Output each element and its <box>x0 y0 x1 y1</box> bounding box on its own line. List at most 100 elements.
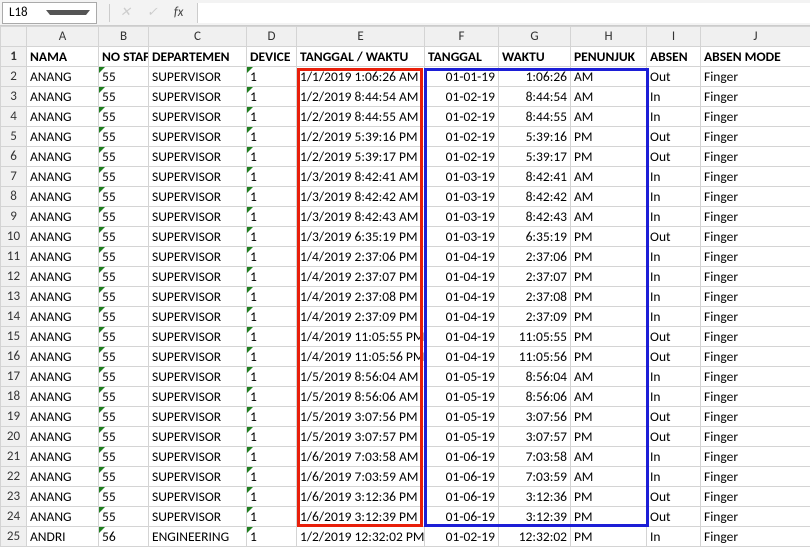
row-header[interactable]: 12 <box>1 267 27 287</box>
cell[interactable]: 8:42:42 <box>499 187 571 207</box>
cell[interactable]: Finger <box>701 367 810 387</box>
cell[interactable]: ANANG <box>27 127 99 147</box>
row-header[interactable]: 6 <box>1 147 27 167</box>
cell[interactable]: 55 <box>99 447 149 467</box>
col-header-I[interactable]: I <box>647 27 701 47</box>
cell[interactable]: 1 <box>247 307 297 327</box>
cell[interactable]: 1/2/2019 12:32:02 PM <box>297 527 425 547</box>
cell[interactable]: Finger <box>701 107 810 127</box>
cell[interactable]: AM <box>571 107 647 127</box>
cell[interactable]: Finger <box>701 487 810 507</box>
row-header[interactable]: 20 <box>1 427 27 447</box>
cell[interactable]: 1/6/2019 7:03:59 AM <box>297 467 425 487</box>
cell[interactable]: Out <box>647 347 701 367</box>
cell[interactable]: 1/4/2019 2:37:09 PM <box>297 307 425 327</box>
cell[interactable]: SUPERVISOR <box>149 87 247 107</box>
cell[interactable]: 55 <box>99 467 149 487</box>
col-header-J[interactable]: J <box>701 27 810 47</box>
cell[interactable]: In <box>647 367 701 387</box>
cell[interactable]: PM <box>571 487 647 507</box>
cell[interactable]: In <box>647 527 701 547</box>
cell[interactable]: 1 <box>247 387 297 407</box>
cell[interactable]: Finger <box>701 407 810 427</box>
cell[interactable]: In <box>647 107 701 127</box>
cell[interactable]: SUPERVISOR <box>149 347 247 367</box>
cell[interactable]: ANANG <box>27 207 99 227</box>
cell[interactable]: 1/3/2019 8:42:41 AM <box>297 167 425 187</box>
cell[interactable]: ANANG <box>27 147 99 167</box>
cell[interactable]: PM <box>571 287 647 307</box>
cell[interactable]: Finger <box>701 287 810 307</box>
cell[interactable]: 01-05-19 <box>425 387 499 407</box>
row-header[interactable]: 17 <box>1 367 27 387</box>
cell[interactable]: 55 <box>99 307 149 327</box>
cell[interactable]: 01-03-19 <box>425 207 499 227</box>
cell[interactable]: 01-02-19 <box>425 527 499 547</box>
header-cell[interactable]: NO STAF <box>99 47 149 67</box>
cell[interactable]: ANANG <box>27 307 99 327</box>
row-header[interactable]: 19 <box>1 407 27 427</box>
header-cell[interactable]: ABSEN <box>647 47 701 67</box>
cell[interactable]: SUPERVISOR <box>149 367 247 387</box>
cell[interactable]: Finger <box>701 207 810 227</box>
cell[interactable]: 1 <box>247 87 297 107</box>
cell[interactable]: SUPERVISOR <box>149 67 247 87</box>
cell[interactable]: Finger <box>701 147 810 167</box>
row-header[interactable]: 7 <box>1 167 27 187</box>
cell[interactable]: 55 <box>99 87 149 107</box>
cell[interactable]: 1:06:26 <box>499 67 571 87</box>
cell[interactable]: 1/3/2019 8:42:42 AM <box>297 187 425 207</box>
cell[interactable]: 1/4/2019 2:37:06 PM <box>297 247 425 267</box>
cell[interactable]: In <box>647 267 701 287</box>
cell[interactable]: 1/6/2019 7:03:58 AM <box>297 447 425 467</box>
cell[interactable]: 55 <box>99 147 149 167</box>
cell[interactable]: SUPERVISOR <box>149 207 247 227</box>
cell[interactable]: SUPERVISOR <box>149 407 247 427</box>
cell[interactable]: 8:44:54 <box>499 87 571 107</box>
cell[interactable]: In <box>647 247 701 267</box>
cell[interactable]: ANANG <box>27 167 99 187</box>
cell[interactable]: In <box>647 467 701 487</box>
confirm-icon[interactable]: ✓ <box>139 5 166 20</box>
cell[interactable]: SUPERVISOR <box>149 187 247 207</box>
cell[interactable]: AM <box>571 387 647 407</box>
header-cell[interactable]: DEVICE <box>247 47 297 67</box>
cell[interactable]: 01-04-19 <box>425 347 499 367</box>
cell[interactable]: 1/5/2019 8:56:06 AM <box>297 387 425 407</box>
col-header-G[interactable]: G <box>499 27 571 47</box>
cell[interactable]: 1 <box>247 347 297 367</box>
row-header[interactable]: 5 <box>1 127 27 147</box>
header-cell[interactable]: TANGGAL <box>425 47 499 67</box>
cell[interactable]: SUPERVISOR <box>149 227 247 247</box>
cell[interactable]: In <box>647 207 701 227</box>
cell[interactable]: 55 <box>99 487 149 507</box>
cell[interactable]: ANANG <box>27 107 99 127</box>
header-cell[interactable]: WAKTU <box>499 47 571 67</box>
cell[interactable]: SUPERVISOR <box>149 167 247 187</box>
cell[interactable]: 55 <box>99 407 149 427</box>
cell[interactable]: 1 <box>247 287 297 307</box>
row-header[interactable]: 11 <box>1 247 27 267</box>
cell[interactable]: 55 <box>99 347 149 367</box>
header-cell[interactable]: TANGGAL / WAKTU <box>297 47 425 67</box>
cell[interactable]: 01-02-19 <box>425 147 499 167</box>
cell[interactable]: Finger <box>701 447 810 467</box>
chevron-down-icon[interactable] <box>46 10 91 15</box>
cell[interactable]: 01-06-19 <box>425 447 499 467</box>
row-header[interactable]: 4 <box>1 107 27 127</box>
cell[interactable]: SUPERVISOR <box>149 107 247 127</box>
cell[interactable]: 01-02-19 <box>425 107 499 127</box>
cell[interactable]: Finger <box>701 87 810 107</box>
cell[interactable]: SUPERVISOR <box>149 427 247 447</box>
cell[interactable]: 1 <box>247 447 297 467</box>
cell[interactable]: Finger <box>701 387 810 407</box>
cell[interactable]: 1/2/2019 8:44:55 AM <box>297 107 425 127</box>
cell[interactable]: AM <box>571 207 647 227</box>
cell[interactable]: PM <box>571 347 647 367</box>
cell[interactable]: PM <box>571 247 647 267</box>
cell[interactable]: 6:35:19 <box>499 227 571 247</box>
cell[interactable]: SUPERVISOR <box>149 247 247 267</box>
cell[interactable]: 1/1/2019 1:06:26 AM <box>297 67 425 87</box>
cell[interactable]: 55 <box>99 127 149 147</box>
cell[interactable]: 55 <box>99 327 149 347</box>
